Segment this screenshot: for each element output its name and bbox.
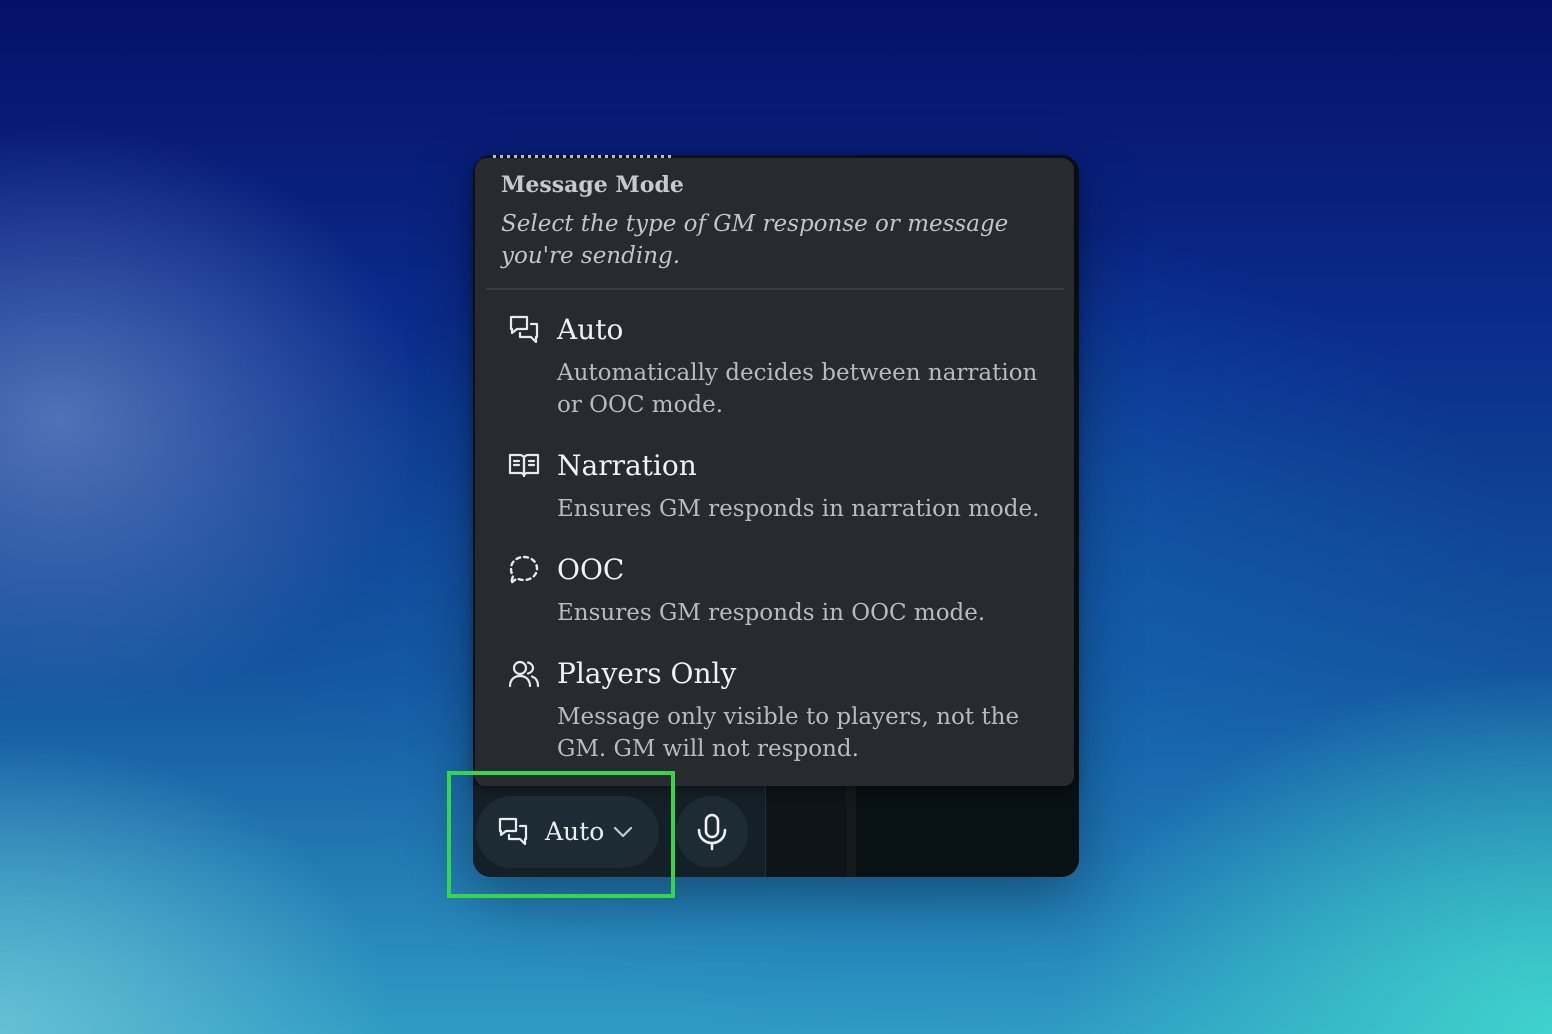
mode-option-description: Ensures GM responds in OOC mode. <box>557 600 986 626</box>
mode-option-label: OOC <box>557 553 625 586</box>
message-mode-selected-value: Auto <box>545 817 605 846</box>
microphone-icon <box>697 813 727 851</box>
open-book-icon <box>507 449 541 483</box>
microphone-button[interactable] <box>676 796 748 868</box>
mode-option-description: Ensures GM responds in narration mode. <box>557 496 1040 522</box>
popover-title: Message Mode <box>501 172 684 198</box>
chat-bubbles-icon <box>496 815 530 849</box>
mode-option-ooc[interactable]: OOC Ensures GM responds in OOC mode. <box>487 553 1057 626</box>
chevron-down-icon <box>611 820 635 844</box>
popover-subtitle: Select the type of GM response or messag… <box>501 211 1009 269</box>
dashed-chat-bubble-icon <box>507 553 541 587</box>
message-mode-select-button[interactable]: Auto <box>476 796 659 868</box>
panel-divider <box>846 785 856 877</box>
mode-option-narration[interactable]: Narration Ensures GM responds in narrati… <box>487 449 1057 522</box>
users-icon <box>507 657 541 691</box>
mode-option-description: Message only visible to players, not the… <box>557 704 1020 762</box>
popover-divider <box>486 288 1064 290</box>
chat-bubbles-icon <box>507 313 541 347</box>
mode-option-description: Automatically decides between narration … <box>557 360 1038 418</box>
mode-option-label: Narration <box>557 449 697 482</box>
message-mode-popover: Message Mode Select the type of GM respo… <box>475 158 1074 786</box>
mode-option-label: Players Only <box>557 657 737 690</box>
mode-option-auto[interactable]: Auto Automatically decides between narra… <box>487 313 1057 423</box>
mode-option-label: Auto <box>557 313 624 346</box>
mode-option-players-only[interactable]: Players Only Message only visible to pla… <box>487 657 1057 767</box>
